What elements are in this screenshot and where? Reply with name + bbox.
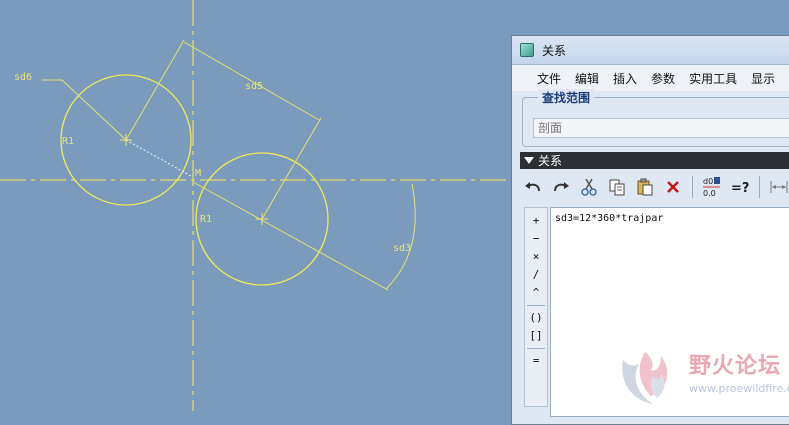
dimension-icon [770,181,788,193]
cut-button[interactable] [578,176,600,198]
sd6-label[interactable]: sd6 [14,72,32,83]
delete-button[interactable] [662,176,684,198]
svg-text:0.0: 0.0 [703,189,716,198]
equals-question-icon: =? [731,181,749,195]
watermark: 野火论坛 www.proewildfire.cn [615,346,789,406]
delete-x-icon [667,181,679,193]
window-titlebar[interactable]: 关系 [512,36,789,65]
op-divide[interactable]: / [533,266,540,284]
scissors-icon [581,178,597,196]
op-plus[interactable]: + [533,212,540,230]
angle-reference-line [192,181,389,291]
lookup-group: 查找范围 [522,89,789,147]
sd5-extension-2 [261,117,322,220]
sd3-arc [385,183,416,290]
svg-text:d0: d0 [703,177,713,186]
redo-button[interactable] [550,176,572,198]
copy-button[interactable] [606,176,628,198]
undo-button[interactable] [522,176,544,198]
undo-icon [525,182,540,192]
menu-edit[interactable]: 编辑 [568,70,606,87]
op-power[interactable]: ^ [533,284,540,302]
op-parentheses[interactable]: () [529,309,542,327]
window-title: 关系 [542,43,567,58]
toolbar-separator-2 [759,176,760,198]
radius-label-upper: R1 [62,136,74,147]
collapse-triangle-icon[interactable] [524,157,534,164]
op-equals[interactable]: = [533,352,540,370]
op-separator [527,305,545,306]
op-minus[interactable]: − [533,230,540,248]
flame-logo-icon [622,352,668,404]
toolbar-separator [692,176,693,198]
sd5-extension-1 [125,39,185,141]
midpoint-label: M [195,168,201,179]
watermark-text: 野火论坛 [689,354,782,379]
relation-line[interactable]: sd3=12*360*trajpar [551,208,789,229]
relations-toolbar: d0 0.0 =? [522,172,789,202]
section-label: 关系 [538,154,563,168]
lookup-input[interactable] [533,118,789,138]
app-icon [520,43,534,57]
menu-insert[interactable]: 插入 [606,70,644,87]
construction-line [125,139,192,177]
verify-button[interactable]: =? [729,176,751,198]
svg-text:=?: =? [731,181,749,195]
evaluate-button[interactable]: d0 0.0 [701,176,723,198]
dimension-button[interactable] [768,176,789,198]
menu-file[interactable]: 文件 [530,70,568,87]
relations-editor[interactable]: sd3=12*360*trajpar 野火论坛 www.proewildfire… [550,207,789,417]
op-separator-2 [527,348,545,349]
radius-label-lower: R1 [200,214,212,225]
menu-utilities[interactable]: 实用工具 [682,70,744,87]
menu-parameters[interactable]: 参数 [644,70,682,87]
relations-section-header[interactable]: 关系 [520,152,789,169]
sd5-label[interactable]: sd5 [245,81,263,92]
sd6-leader [42,79,127,141]
sd3-label[interactable]: sd3 [393,243,411,254]
operator-strip: + − × / ^ () [] = [524,207,548,407]
watermark-url: www.proewildfire.cn [689,382,789,395]
evaluate-icon: d00.0 [703,177,720,198]
menu-display[interactable]: 显示 [744,70,782,87]
lookup-label: 查找范围 [538,89,595,106]
copy-icon [609,179,625,196]
menu-bar: 文件 编辑 插入 参数 实用工具 显示 [512,65,789,91]
paste-icon [637,178,653,196]
redo-icon [554,182,569,192]
op-brackets[interactable]: [] [529,327,542,345]
paste-button[interactable] [634,176,656,198]
op-multiply[interactable]: × [533,248,540,266]
relations-window[interactable]: 关系 文件 编辑 插入 参数 实用工具 显示 查找范围 关系 [511,35,789,425]
